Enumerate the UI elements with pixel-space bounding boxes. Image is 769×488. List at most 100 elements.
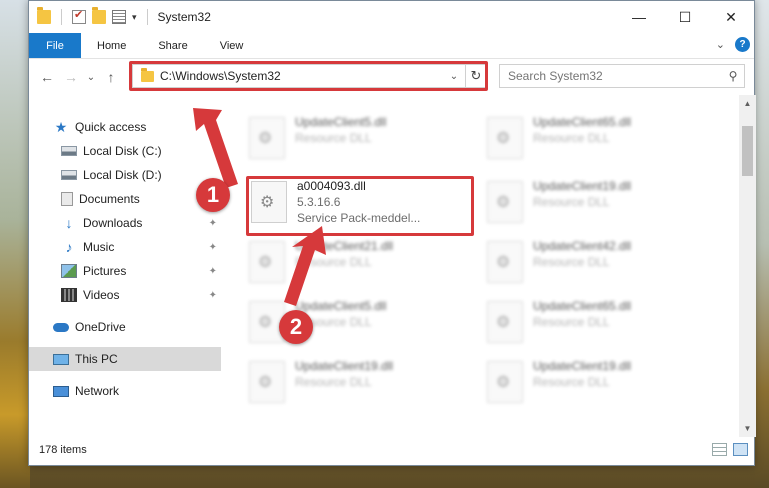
dll-file-icon [487, 301, 523, 343]
computer-icon [53, 353, 69, 365]
file-highlight-box [246, 176, 474, 236]
tab-share[interactable]: Share [142, 33, 203, 58]
file-item[interactable]: UpdateClient5.dll Resource DLL [249, 113, 469, 167]
music-icon: ♪ [65, 239, 73, 255]
file-item[interactable]: UpdateClient65.dll Resource DLL [487, 297, 707, 351]
sidebar-item-onedrive[interactable]: OneDrive [29, 315, 221, 339]
pin-icon[interactable]: ✦ [209, 242, 217, 253]
details-view-icon[interactable] [712, 443, 727, 456]
properties-check-icon[interactable] [72, 8, 86, 24]
sidebar-item-label: Quick access [75, 120, 147, 134]
view-toggle [712, 443, 748, 456]
sidebar-item-local-disk-c[interactable]: Local Disk (C:) [29, 139, 221, 163]
sidebar-item-this-pc[interactable]: This PC [29, 347, 221, 371]
file-name: UpdateClient65.dll [533, 299, 632, 313]
sidebar-item-pictures[interactable]: Pictures ✦ [29, 259, 221, 283]
file-item[interactable]: UpdateClient65.dll Resource DLL [487, 113, 707, 167]
recent-locations-chevron-icon[interactable]: ⌄ [83, 72, 99, 83]
sidebar-item-music[interactable]: ♪ Music ✦ [29, 235, 221, 259]
navigation-bar: ← → ⌄ ↑ C:\Windows\System32 ⌄ ↻ ⚲ [29, 59, 754, 95]
desktop-background-right [755, 0, 769, 488]
close-button[interactable]: ✕ [708, 1, 754, 33]
search-icon[interactable]: ⚲ [722, 69, 744, 83]
videos-icon [61, 288, 77, 302]
callout-one: 1 [196, 178, 230, 212]
file-name: UpdateClient5.dll [295, 115, 387, 129]
sidebar-item-local-disk-d[interactable]: Local Disk (D:) [29, 163, 221, 187]
tab-file[interactable]: File [29, 33, 81, 58]
file-type: Resource DLL [533, 195, 610, 209]
sidebar-item-label: Music [83, 240, 115, 254]
file-name: UpdateClient5.dll [295, 299, 387, 313]
large-icons-view-icon[interactable] [733, 443, 748, 456]
drive-icon [61, 170, 77, 180]
pin-icon[interactable]: ✦ [209, 290, 217, 301]
help-icon[interactable]: ? [735, 37, 750, 52]
file-name: UpdateClient19.dll [533, 179, 632, 193]
window-title: System32 [157, 10, 211, 24]
file-name: UpdateClient19.dll [295, 359, 394, 373]
status-bar: 178 items [29, 435, 756, 465]
ribbon-right-controls: ⌄ ? [716, 37, 750, 52]
sidebar-item-network[interactable]: Network [29, 379, 221, 403]
dll-file-icon [249, 241, 285, 283]
sidebar-item-label: Documents [79, 192, 140, 206]
pin-icon[interactable]: ✦ [209, 266, 217, 277]
properties-icon[interactable] [112, 10, 126, 24]
dll-file-icon [487, 117, 523, 159]
file-item[interactable]: UpdateClient19.dll Resource DLL [249, 357, 469, 411]
maximize-button[interactable]: ☐ [662, 1, 708, 33]
cloud-icon [53, 322, 69, 332]
sidebar-item-documents[interactable]: Documents ✦ [29, 187, 221, 211]
documents-icon [61, 192, 73, 206]
dll-file-icon [487, 181, 523, 223]
content-area: ★ Quick access Local Disk (C:) Local Dis… [29, 95, 756, 437]
file-name: UpdateClient65.dll [533, 115, 632, 129]
navigation-pane: ★ Quick access Local Disk (C:) Local Dis… [29, 95, 221, 437]
new-folder-icon[interactable] [92, 7, 106, 24]
forward-arrow-icon[interactable]: → [59, 69, 83, 85]
network-icon [53, 385, 69, 397]
back-arrow-icon[interactable]: ← [35, 69, 59, 85]
sidebar-item-downloads[interactable]: ↓ Downloads ✦ [29, 211, 221, 235]
pin-icon[interactable]: ✦ [209, 218, 217, 229]
scroll-thumb[interactable] [742, 126, 753, 176]
file-name: UpdateClient21.dll [295, 239, 394, 253]
sidebar-item-label: OneDrive [75, 320, 126, 334]
window-controls: — ☐ ✕ [616, 1, 754, 33]
download-icon: ↓ [65, 215, 73, 231]
sidebar-item-label: Pictures [83, 264, 127, 278]
search-input[interactable] [508, 69, 722, 83]
file-item[interactable]: UpdateClient21.dll Resource DLL [249, 237, 469, 291]
sidebar-item-label: Local Disk (D:) [83, 168, 162, 182]
tab-view[interactable]: View [204, 33, 260, 58]
desktop-background-left [0, 0, 30, 488]
explorer-window: ▾ System32 — ☐ ✕ File Home Share View ⌄ … [28, 0, 756, 466]
ribbon-expand-chevron-icon[interactable]: ⌄ [716, 38, 725, 51]
star-icon: ★ [54, 119, 68, 135]
folder-icon [37, 7, 51, 24]
dll-file-icon [487, 241, 523, 283]
sidebar-item-videos[interactable]: Videos ✦ [29, 283, 221, 307]
file-item[interactable]: UpdateClient19.dll Resource DLL [487, 357, 707, 411]
up-arrow-icon[interactable]: ↑ [99, 69, 123, 85]
file-type: Resource DLL [533, 255, 610, 269]
sidebar-item-label: Network [75, 384, 120, 398]
qat-customize-caret-icon[interactable]: ▾ [132, 12, 137, 23]
quick-access-toolbar: ▾ [29, 7, 152, 25]
minimize-button[interactable]: — [616, 1, 662, 33]
sidebar-item-label: Videos [83, 288, 120, 302]
drive-icon [61, 146, 77, 156]
file-type: Resource DLL [533, 131, 610, 145]
search-box[interactable]: ⚲ [499, 64, 745, 88]
vertical-scrollbar[interactable]: ▲ ▼ [739, 95, 756, 437]
file-item[interactable]: UpdateClient19.dll Resource DLL [487, 177, 707, 231]
sidebar-item-quick-access[interactable]: ★ Quick access [29, 115, 221, 139]
file-item[interactable]: UpdateClient42.dll Resource DLL [487, 237, 707, 291]
sidebar-item-label: Local Disk (C:) [83, 144, 162, 158]
scroll-up-arrow-icon[interactable]: ▲ [739, 95, 756, 112]
tab-home[interactable]: Home [81, 33, 142, 58]
file-type: Resource DLL [295, 375, 372, 389]
